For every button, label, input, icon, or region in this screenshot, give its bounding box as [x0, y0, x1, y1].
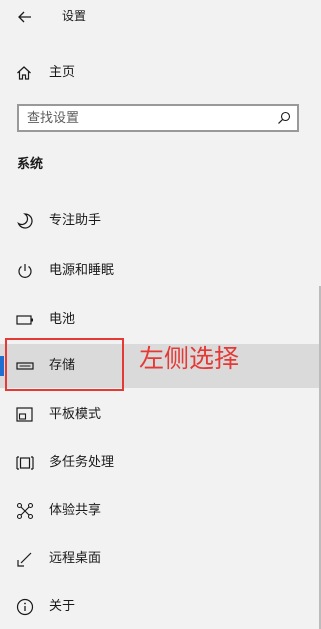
nav-item-label: 专注助手: [49, 213, 102, 228]
nav-item-label: 电源和睡眠: [49, 263, 115, 278]
search-icon[interactable]: [277, 111, 291, 125]
power-icon: [16, 262, 34, 280]
search-box[interactable]: [17, 104, 299, 132]
info-icon: [16, 598, 34, 616]
nav-item-focus-assist[interactable]: 专注助手: [0, 199, 321, 243]
home-link[interactable]: 主页: [0, 55, 321, 99]
nav-item-about[interactable]: 关于: [0, 585, 321, 629]
nav-item-power-sleep[interactable]: 电源和睡眠: [0, 249, 321, 293]
nav-item-label: 关于: [49, 599, 76, 614]
title-bar: 设置: [0, 0, 321, 34]
nav-item-storage[interactable]: 存储: [0, 344, 321, 388]
back-button[interactable]: [10, 4, 40, 30]
storage-icon: [16, 357, 34, 375]
battery-icon: [16, 311, 34, 329]
nav-item-battery[interactable]: 电池: [0, 298, 321, 342]
remote-desktop-icon: [16, 550, 34, 568]
home-icon: [16, 65, 34, 83]
nav-item-multitasking[interactable]: 多任务处理: [0, 441, 321, 485]
tablet-mode-icon: [16, 406, 34, 424]
nav-item-label: 平板模式: [49, 407, 102, 422]
nav-item-shared-experiences[interactable]: 体验共享: [0, 489, 321, 533]
nav-item-label: 电池: [49, 312, 76, 327]
nav-item-label: 体验共享: [49, 503, 102, 518]
nav-item-remote-desktop[interactable]: 远程桌面: [0, 537, 321, 581]
nav-item-label: 远程桌面: [49, 551, 102, 566]
nav-item-label: 多任务处理: [49, 455, 115, 470]
search-input[interactable]: [27, 109, 267, 127]
multitasking-icon: [16, 454, 34, 472]
selection-indicator: [0, 356, 4, 376]
home-label: 主页: [49, 65, 76, 80]
shared-experiences-icon: [16, 502, 34, 520]
nav-item-label: 存储: [49, 358, 76, 373]
nav-item-tablet-mode[interactable]: 平板模式: [0, 393, 321, 437]
window-title: 设置: [62, 9, 87, 23]
moon-icon: [16, 212, 34, 230]
section-heading: 系统: [17, 157, 44, 172]
back-arrow-icon: [18, 11, 32, 23]
